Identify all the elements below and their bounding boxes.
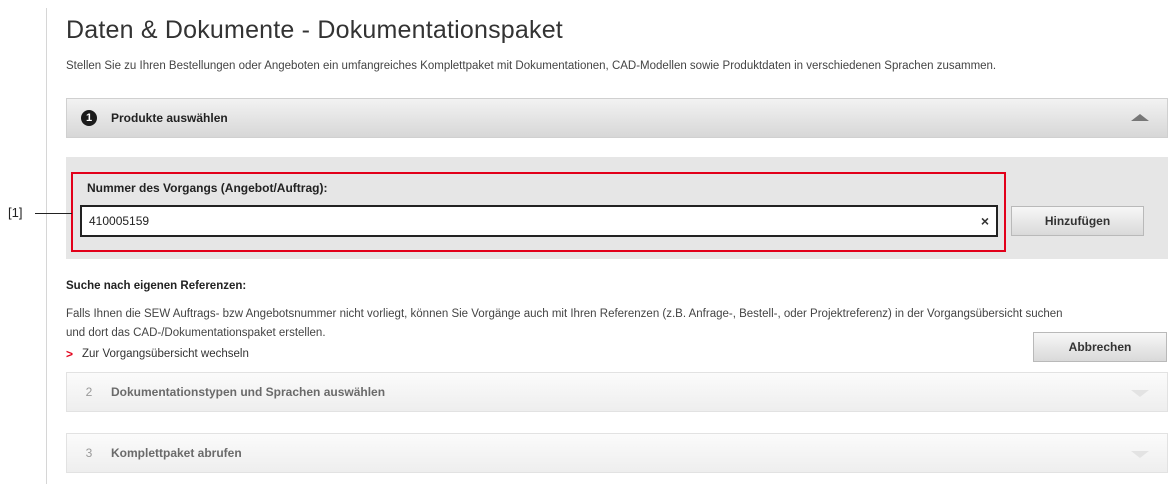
step-2-header[interactable]: 2 Dokumentationstypen und Sprachen auswä…	[66, 372, 1168, 412]
overview-link[interactable]: > Zur Vorgangsübersicht wechseln	[66, 347, 249, 361]
step-2-title: Dokumentationstypen und Sprachen auswähl…	[111, 385, 386, 399]
left-divider	[46, 8, 47, 484]
step-2-number: 2	[85, 385, 93, 399]
references-heading: Suche nach eigenen Referenzen:	[66, 280, 247, 292]
order-number-input[interactable]	[80, 205, 998, 237]
references-description: Falls Ihnen die SEW Auftrags- bzw Angebo…	[66, 308, 1063, 339]
step-3-header[interactable]: 3 Komplettpaket abrufen	[66, 433, 1168, 473]
order-number-label: Nummer des Vorgangs (Angebot/Auftrag):	[87, 181, 328, 195]
callout-line	[35, 213, 72, 214]
clear-close-icon[interactable]: ×	[978, 211, 992, 231]
page-title: Daten & Dokumente - Dokumentationspaket	[66, 16, 563, 44]
expand-triangle-icon[interactable]	[1131, 390, 1149, 397]
step-3-number: 3	[85, 446, 93, 460]
add-button[interactable]: Hinzufügen	[1011, 206, 1144, 236]
cancel-button[interactable]: Abbrechen	[1033, 332, 1167, 362]
expand-triangle-icon[interactable]	[1131, 451, 1149, 458]
chevron-right-icon: >	[66, 347, 74, 361]
page-intro: Stellen Sie zu Ihren Bestellungen oder A…	[66, 60, 997, 72]
step-3-title: Komplettpaket abrufen	[111, 446, 242, 460]
collapse-triangle-icon[interactable]	[1131, 114, 1149, 121]
step-1-title: Produkte auswählen	[111, 111, 228, 125]
step-1-number-badge: 1	[81, 110, 97, 126]
step-1-header[interactable]: 1 Produkte auswählen	[66, 98, 1168, 138]
overview-link-label: Zur Vorgangsübersicht wechseln	[82, 348, 249, 360]
callout-label: [1]	[8, 205, 23, 220]
